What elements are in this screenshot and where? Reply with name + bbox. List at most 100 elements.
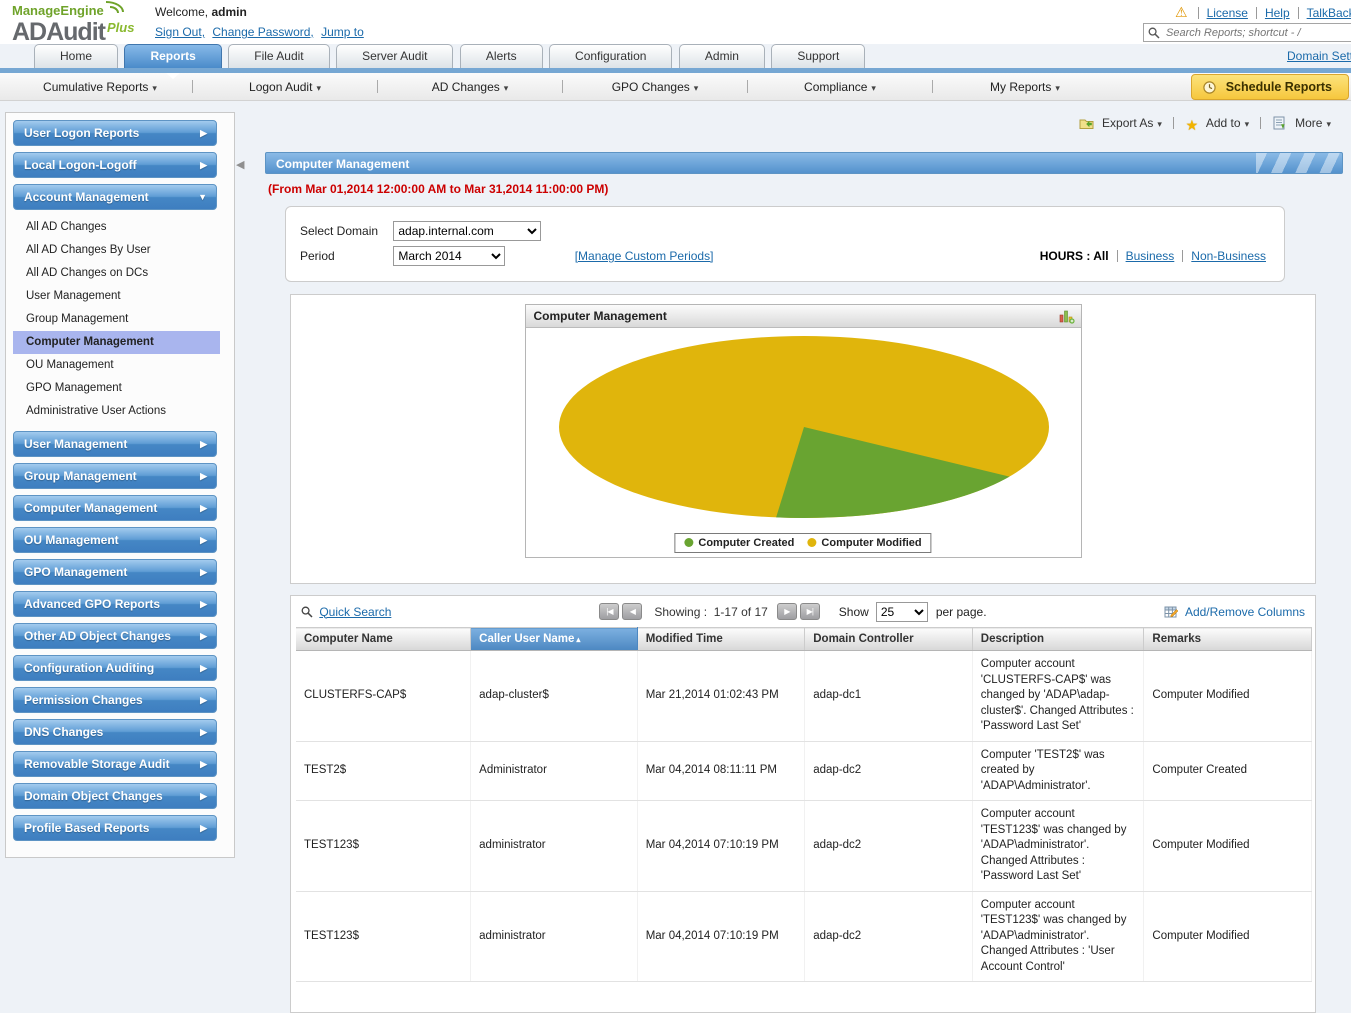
- sidebar-item-configuration-auditing[interactable]: Configuration Auditing▶: [13, 655, 217, 681]
- submenu-gpo-management[interactable]: GPO Management: [13, 377, 220, 400]
- sidebar-item-gpo-management[interactable]: GPO Management▶: [13, 559, 217, 585]
- period-label: Period: [300, 244, 390, 269]
- hours-non-business-link[interactable]: Non-Business: [1191, 249, 1266, 263]
- caret-down-icon: ▾: [1157, 119, 1162, 129]
- schedule-reports-button[interactable]: Schedule Reports: [1191, 74, 1349, 100]
- hours-filter: HOURS : AllBusinessNon-Business: [1040, 249, 1266, 263]
- logo-product: ADAudit: [12, 18, 105, 46]
- search-icon: [301, 606, 313, 618]
- sidebar-item-other-ad-object-changes[interactable]: Other AD Object Changes▶: [13, 623, 217, 649]
- talkback-link[interactable]: TalkBack: [1307, 6, 1351, 20]
- sidebar-item-advanced-gpo-reports[interactable]: Advanced GPO Reports▶: [13, 591, 217, 617]
- submenu-user-management[interactable]: User Management: [13, 285, 220, 308]
- submenu-all-ad-changes[interactable]: All AD Changes: [13, 216, 220, 239]
- license-link[interactable]: License: [1207, 6, 1248, 20]
- submenu-computer-management[interactable]: Computer Management: [13, 331, 220, 354]
- tab-home[interactable]: Home: [34, 44, 118, 68]
- report-table: Computer Name Caller User Name▴ Modified…: [296, 627, 1312, 982]
- tab-alerts[interactable]: Alerts: [460, 44, 543, 68]
- col-header-caller-user-name[interactable]: Caller User Name▴: [471, 628, 638, 651]
- caret-down-icon: ▾: [152, 83, 157, 93]
- domain-select[interactable]: adap.internal.com: [393, 221, 541, 241]
- caret-down-icon: ▾: [1326, 119, 1331, 129]
- logo-swoosh-icon: [106, 1, 124, 12]
- sidebar-item-group-management[interactable]: Group Management▶: [13, 463, 217, 489]
- page-first-button[interactable]: |◀: [599, 603, 619, 620]
- search-input[interactable]: [1164, 26, 1351, 40]
- add-to-button[interactable]: ★ Add to▾: [1186, 116, 1253, 130]
- sign-out-link[interactable]: Sign Out,: [155, 25, 205, 39]
- submenu-group-management[interactable]: Group Management: [13, 308, 220, 331]
- tab-support[interactable]: Support: [771, 44, 865, 68]
- chevron-right-icon: ▶: [200, 624, 207, 649]
- manage-custom-periods-link[interactable]: [Manage Custom Periods]: [575, 249, 714, 263]
- sidebar-item-permission-changes[interactable]: Permission Changes▶: [13, 687, 217, 713]
- sidebar-item-local-logon-logoff[interactable]: Local Logon-Logoff▶: [13, 152, 217, 178]
- add-remove-columns-button[interactable]: Add/Remove Columns: [1164, 605, 1305, 619]
- table-row: CLUSTERFS-CAP$ adap-cluster$ Mar 21,2014…: [296, 651, 1312, 742]
- export-as-button[interactable]: Export As▾: [1079, 116, 1166, 130]
- sidebar-item-ou-management[interactable]: OU Management▶: [13, 527, 217, 553]
- submenu-administrative-user-actions[interactable]: Administrative User Actions: [13, 400, 220, 423]
- chevron-right-icon: ▶: [200, 121, 207, 146]
- sidebar-item-user-logon-reports[interactable]: User Logon Reports▶: [13, 120, 217, 146]
- quick-search-button[interactable]: Quick Search: [301, 605, 391, 619]
- warning-icon[interactable]: ⚠: [1175, 4, 1188, 20]
- sidebar-item-removable-storage-audit[interactable]: Removable Storage Audit▶: [13, 751, 217, 777]
- tab-reports[interactable]: Reports: [124, 44, 221, 68]
- page-next-button[interactable]: ▶: [777, 603, 797, 620]
- caret-down-icon: ▾: [1245, 119, 1250, 129]
- tab-server-audit[interactable]: Server Audit: [336, 44, 453, 68]
- sidebar-item-dns-changes[interactable]: DNS Changes▶: [13, 719, 217, 745]
- chevron-right-icon: ▶: [200, 720, 207, 745]
- chart-widget: Computer Management Computer Created Com…: [525, 304, 1082, 558]
- table-controls: Quick Search |◀ ◀ Showing : 1-17 of 17 ▶…: [291, 596, 1315, 627]
- tab-file-audit[interactable]: File Audit: [228, 44, 329, 68]
- col-header-computer-name[interactable]: Computer Name: [296, 628, 471, 651]
- subnav-compliance[interactable]: Compliance▾: [762, 80, 918, 94]
- submenu-all-ad-changes-on-dcs[interactable]: All AD Changes on DCs: [13, 262, 220, 285]
- caret-down-icon: ▾: [504, 83, 509, 93]
- sidebar-collapse-handle[interactable]: ◀: [236, 158, 244, 171]
- welcome-label: Welcome,: [155, 5, 208, 19]
- col-header-remarks[interactable]: Remarks: [1144, 628, 1312, 651]
- col-header-modified-time[interactable]: Modified Time: [637, 628, 805, 651]
- tab-configuration[interactable]: Configuration: [549, 44, 672, 68]
- subnav-cumulative-reports[interactable]: Cumulative Reports▾: [22, 80, 178, 94]
- welcome-block: Welcome, admin Sign Out, Change Password…: [155, 5, 368, 39]
- sidebar-item-domain-object-changes[interactable]: Domain Object Changes▶: [13, 783, 217, 809]
- paging-status: Showing : 1-17 of 17: [654, 605, 767, 619]
- col-header-domain-controller[interactable]: Domain Controller: [805, 628, 973, 651]
- tab-admin[interactable]: Admin: [679, 44, 765, 68]
- sidebar-item-user-management[interactable]: User Management▶: [13, 431, 217, 457]
- chevron-right-icon: ▶: [200, 432, 207, 457]
- page-size-select[interactable]: 25: [876, 602, 928, 622]
- change-password-link[interactable]: Change Password,: [212, 25, 313, 39]
- sidebar-item-computer-management[interactable]: Computer Management▶: [13, 495, 217, 521]
- search-icon: [1148, 27, 1160, 39]
- subnav-logon-audit[interactable]: Logon Audit▾: [207, 80, 363, 94]
- submenu-all-ad-changes-by-user[interactable]: All AD Changes By User: [13, 239, 220, 262]
- subnav-my-reports[interactable]: My Reports▾: [947, 80, 1103, 94]
- table-row: TEST2$ Administrator Mar 04,2014 08:11:1…: [296, 741, 1312, 801]
- submenu-ou-management[interactable]: OU Management: [13, 354, 220, 377]
- page-last-button[interactable]: ▶|: [800, 603, 820, 620]
- caret-down-icon: ▾: [1055, 83, 1060, 93]
- report-search-box: [1143, 23, 1351, 42]
- domain-settings-link[interactable]: Domain Settings: [1287, 49, 1351, 63]
- logo-brand: ManageEngine: [12, 3, 104, 18]
- sort-ascending-icon: ▴: [576, 635, 580, 644]
- page-prev-button[interactable]: ◀: [622, 603, 642, 620]
- sidebar-item-profile-based-reports[interactable]: Profile Based Reports▶: [13, 815, 217, 841]
- hours-business-link[interactable]: Business: [1126, 249, 1175, 263]
- sidebar-item-account-management[interactable]: Account Management▼: [13, 184, 217, 210]
- more-button[interactable]: More▾: [1273, 116, 1331, 130]
- pagination: |◀ ◀ Showing : 1-17 of 17 ▶ ▶| Show 25 p…: [599, 602, 986, 622]
- period-select[interactable]: March 2014: [393, 246, 505, 266]
- subnav-ad-changes[interactable]: AD Changes▾: [392, 80, 548, 94]
- help-link[interactable]: Help: [1265, 6, 1290, 20]
- subnav-gpo-changes[interactable]: GPO Changes▾: [577, 80, 733, 94]
- col-header-description[interactable]: Description: [972, 628, 1144, 651]
- jump-to-link[interactable]: Jump to: [321, 25, 364, 39]
- logo-suffix: Plus: [107, 20, 134, 35]
